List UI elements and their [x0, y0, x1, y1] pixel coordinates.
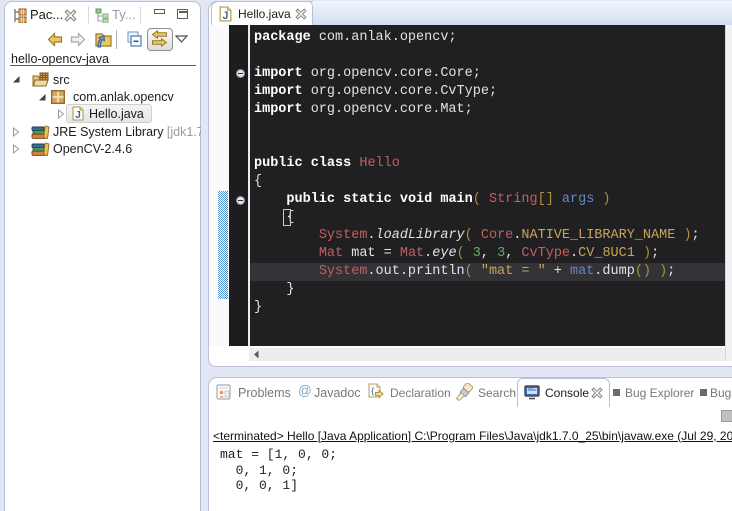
svg-text:J: J: [75, 110, 81, 121]
svg-text:J: J: [223, 10, 229, 22]
